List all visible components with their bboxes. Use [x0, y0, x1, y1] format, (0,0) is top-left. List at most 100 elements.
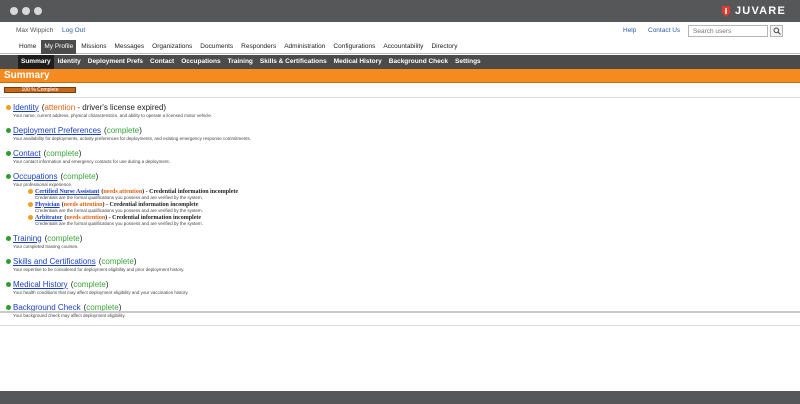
credential-item: Physician (needs attention) - Credential … [28, 201, 786, 213]
section-link-skills-and-certifications[interactable]: Skills and Certifications [13, 257, 96, 266]
user-bar: Max Wippich Log Out Help Contact Us [0, 22, 800, 40]
credential-status: (needs attention) - Credential informati… [64, 215, 201, 221]
section-skills-and-certifications: Skills and Certifications (complete) Your … [6, 256, 786, 272]
main-nav-messages[interactable]: Messages [112, 40, 148, 54]
help-link[interactable]: Help [623, 27, 636, 34]
summary-header-bar: Summary [0, 69, 800, 83]
page-title: Summary [4, 70, 50, 81]
summary-sections: Identity (attention - driver's license ex… [6, 102, 786, 325]
credential-heading: Certified Nurse Assistant (needs attentio… [28, 188, 786, 195]
tab-settings[interactable]: Settings [452, 55, 484, 69]
main-nav-home[interactable]: Home [16, 40, 39, 54]
section-description: Your expertise to be considered for depl… [13, 267, 185, 272]
main-nav-directory[interactable]: Directory [428, 40, 460, 54]
paren-close: ) [133, 256, 137, 266]
tab-training[interactable]: Training [225, 55, 256, 69]
main-nav: Home My Profile Missions Messages Organizati… [0, 40, 800, 54]
section-training: Training (complete) Your completed trainin… [6, 233, 786, 249]
search-users-input[interactable] [688, 25, 768, 37]
section-link-occupations[interactable]: Occupations [13, 172, 57, 181]
section-contact: Contact (complete) Your contact informatio… [6, 148, 786, 164]
status-word: attention [44, 102, 76, 112]
status-word: complete [47, 233, 80, 243]
credential-list: Certified Nurse Assistant (needs attentio… [28, 188, 786, 226]
main-nav-administration[interactable]: Administration [281, 40, 328, 54]
section-status: (complete) [60, 172, 98, 181]
status-word: needs attention [103, 188, 143, 195]
main-nav-list: Home My Profile Missions Messages Organizati… [16, 40, 462, 54]
paren-close: ) [163, 102, 167, 112]
main-nav-organizations[interactable]: Organizations [149, 40, 195, 54]
section-description: Your professional experience. [13, 182, 73, 187]
main-nav-accountability[interactable]: Accountability [380, 40, 426, 54]
section-link-contact[interactable]: Contact [13, 149, 41, 158]
window-titlebar: JUVARE [0, 0, 800, 22]
attention-status-icon [6, 104, 11, 110]
section-heading: Skills and Certifications (complete) [6, 256, 786, 266]
section-link-training[interactable]: Training [13, 234, 42, 243]
main-nav-responders[interactable]: Responders [238, 40, 279, 54]
section-description: Your availability for deployments, activ… [13, 136, 251, 141]
window-minimize-dot[interactable] [22, 7, 30, 15]
complete-status-icon [6, 304, 11, 310]
main-nav-missions[interactable]: Missions [78, 40, 109, 54]
status-detail: - Credential information incomplete [144, 188, 239, 195]
credential-heading: Arbitrator (needs attention) - Credential… [28, 214, 786, 221]
credential-status: (needs attention) - Credential informati… [101, 189, 238, 195]
section-heading: Deployment Preferences (complete) [6, 125, 786, 135]
paren-close: ) [78, 148, 82, 158]
juvare-logo-icon [721, 5, 730, 17]
credential-link-certified-nurse-assistant[interactable]: Certified Nurse Assistant [35, 189, 99, 195]
section-occupations: Occupations (complete) Your professional e… [6, 171, 786, 226]
paren-close: ) [139, 125, 142, 135]
logout-link[interactable]: Log Out [62, 27, 85, 34]
tab-deployment-prefs[interactable]: Deployment Prefs [85, 55, 146, 69]
credential-item: Certified Nurse Assistant (needs attentio… [28, 188, 786, 200]
credential-link-arbitrator[interactable]: Arbitrator [35, 215, 62, 221]
status-word: complete [63, 171, 96, 181]
profile-progress-bar: 100 % Complete [4, 87, 76, 93]
section-status: (complete) [45, 234, 83, 243]
section-status: (complete) [104, 126, 142, 135]
section-heading: Identity (attention - driver's license ex… [6, 102, 786, 112]
tab-occupations[interactable]: Occupations [178, 55, 223, 69]
window-zoom-dot[interactable] [34, 7, 42, 15]
section-link-identity[interactable]: Identity [13, 103, 39, 112]
status-detail: - Credential information incomplete [107, 214, 202, 221]
credential-link-physician[interactable]: Physician [35, 202, 60, 208]
section-status: (complete) [71, 280, 109, 289]
paren-close: ) [79, 233, 83, 243]
section-description: Your background check may affect deploym… [13, 313, 126, 318]
section-description: Your health conditions that may affect d… [13, 290, 189, 295]
tab-contact[interactable]: Contact [147, 55, 177, 69]
tab-identity[interactable]: Identity [55, 55, 84, 69]
main-nav-configurations[interactable]: Configurations [330, 40, 378, 54]
credential-status: (needs attention) - Credential informati… [62, 202, 199, 208]
tab-skills-and-certifications[interactable]: Skills & Certifications [257, 55, 330, 69]
status-word: complete [101, 256, 134, 266]
main-nav-documents[interactable]: Documents [197, 40, 236, 54]
complete-status-icon [6, 281, 11, 287]
section-link-deployment-preferences[interactable]: Deployment Preferences [13, 126, 101, 135]
complete-status-icon [6, 150, 11, 156]
main-nav-my-profile[interactable]: My Profile [41, 40, 77, 54]
status-word: complete [73, 279, 106, 289]
attention-status-icon [28, 202, 33, 207]
brand-name: JUVARE [734, 5, 786, 17]
paren-close: ) [95, 171, 99, 181]
tab-summary[interactable]: Summary [18, 55, 54, 69]
tab-medical-history[interactable]: Medical History [331, 55, 385, 69]
contact-us-link[interactable]: Contact Us [648, 27, 680, 34]
section-status: (complete) [44, 149, 82, 158]
search-button[interactable] [770, 25, 783, 37]
section-heading: Training (complete) [6, 233, 786, 243]
tab-background-check[interactable]: Background Check [386, 55, 451, 69]
section-status: (attention - driver's license expired) [42, 103, 166, 112]
section-link-medical-history[interactable]: Medical History [13, 280, 68, 289]
section-heading: Occupations (complete) [6, 171, 786, 181]
status-detail: - driver's license expired [75, 102, 164, 112]
section-background-check: Background Check (complete) Your backgroun… [6, 302, 786, 318]
window-close-dot[interactable] [10, 7, 18, 15]
status-word: complete [106, 125, 140, 135]
paren-close: ) [105, 279, 109, 289]
